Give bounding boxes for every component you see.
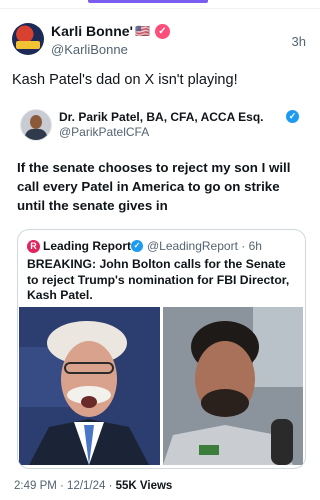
quote-avatar[interactable] bbox=[20, 109, 52, 141]
author-handle[interactable]: @KarliBonne bbox=[51, 42, 128, 57]
post-timestamp: 2:49 PM · 12/1/24 · bbox=[14, 480, 116, 492]
photo-john-bolton[interactable] bbox=[19, 307, 160, 465]
avatar[interactable] bbox=[12, 23, 44, 55]
quoted-post[interactable]: Dr. Parik Patel, BA, CFA, ACCA Esq. ✓ @P… bbox=[12, 100, 308, 470]
quote-author-name[interactable]: Dr. Parik Patel, BA, CFA, ACCA Esq. bbox=[59, 110, 264, 124]
nested-source-meta: @LeadingReport · 6h bbox=[147, 239, 262, 253]
flag-icon: 🇺🇸 bbox=[135, 24, 150, 38]
verified-check-icon: ✓ bbox=[286, 110, 299, 123]
post-time: 3h bbox=[291, 34, 306, 49]
photo-kash-patel[interactable] bbox=[163, 307, 303, 465]
quote-author-handle[interactable]: @ParikPatelCFA bbox=[59, 125, 149, 139]
post-text: Kash Patel's dad on X isn't playing! bbox=[12, 72, 238, 88]
view-count[interactable]: 55K Views bbox=[116, 480, 173, 492]
author-name[interactable]: Karli Bonne' bbox=[51, 23, 133, 39]
verified-check-icon: ✓ bbox=[131, 240, 143, 252]
post-meta: 2:49 PM · 12/1/24 · 55K Views bbox=[14, 480, 172, 492]
top-accent-bar bbox=[88, 0, 208, 3]
verified-badge-icon: ✓ bbox=[155, 24, 170, 39]
leading-report-logo-icon: R bbox=[27, 240, 40, 253]
divider bbox=[0, 8, 320, 9]
nested-headline: BREAKING: John Bolton calls for the Sena… bbox=[27, 257, 290, 302]
nested-quoted-post[interactable]: R Leading Report ✓ @LeadingReport · 6h B… bbox=[17, 229, 306, 469]
nested-source-name[interactable]: Leading Report bbox=[43, 239, 131, 253]
quote-text: If the senate chooses to reject my son I… bbox=[17, 160, 291, 213]
